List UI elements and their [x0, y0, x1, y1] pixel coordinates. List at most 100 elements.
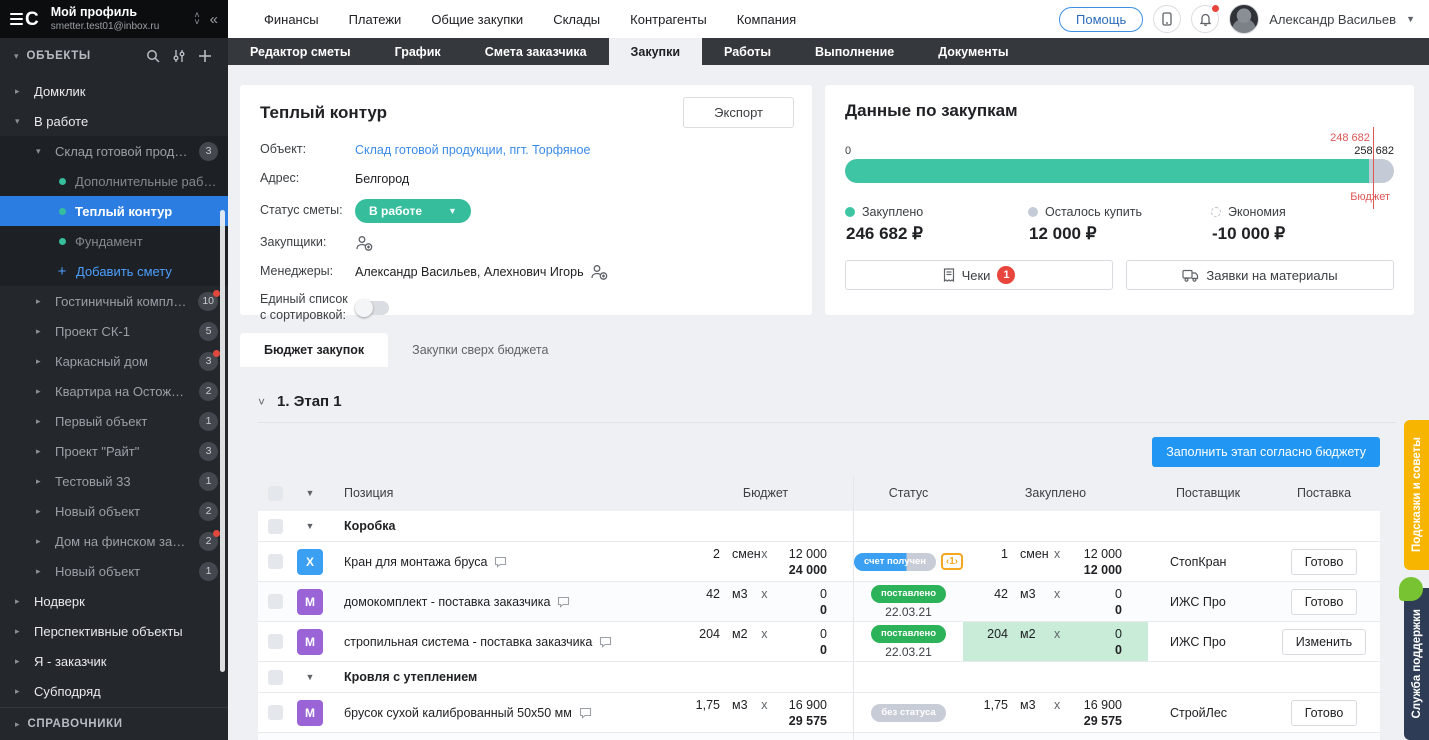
sidebar-item[interactable]: Дополнительные работы | Фун...	[0, 166, 228, 196]
checks-button[interactable]: Чеки 1	[845, 260, 1113, 290]
amount-cell: 2сменx12 000 24 000	[678, 542, 853, 581]
comment-icon[interactable]	[579, 707, 592, 719]
tab-item[interactable]: Работы	[702, 38, 793, 65]
sidebar-item[interactable]: Дом на финском заливе2	[0, 526, 228, 556]
mobile-app-button[interactable]	[1153, 5, 1181, 33]
top-nav-item[interactable]: Общие закупки	[431, 12, 523, 27]
chevron-down-icon[interactable]: ▼	[288, 488, 332, 498]
sidebar-item[interactable]: Первый объект1	[0, 406, 228, 436]
single-list-toggle[interactable]	[355, 301, 389, 315]
help-button[interactable]: Помощь	[1059, 7, 1143, 32]
filter-icon[interactable]	[170, 47, 188, 65]
sidebar-collapse-icon[interactable]: «	[210, 11, 218, 28]
top-nav-item[interactable]: Платежи	[349, 12, 402, 27]
chevron-down-icon[interactable]: ▼	[288, 672, 332, 682]
status-dot-icon	[59, 238, 66, 245]
sidebar-item-label: Гостиничный комплекс	[55, 294, 189, 309]
sidebar-item[interactable]: Гостиничный комплекс10	[0, 286, 228, 316]
user-name[interactable]: Александр Васильев	[1269, 12, 1396, 27]
sidebar-item[interactable]: Субподряд	[0, 676, 228, 706]
chevron-right-icon	[15, 626, 25, 637]
tab-active[interactable]: Закупки	[609, 38, 702, 65]
fill-stage-button[interactable]: Заполнить этап согласно бюджету	[1152, 437, 1380, 467]
amount-cell: 68листx1 359 92 412	[963, 733, 1148, 740]
export-button[interactable]: Экспорт	[683, 97, 794, 128]
chevron-down-icon: ▼	[448, 206, 457, 216]
add-buyer-icon[interactable]	[355, 235, 373, 251]
sidebar-item[interactable]: Проект "Райт"3	[0, 436, 228, 466]
row-checkbox[interactable]	[268, 634, 283, 649]
position-name[interactable]: домокомплект - поставка заказчика	[332, 595, 678, 609]
status-badge: поставлено	[871, 585, 946, 603]
sidebar-item[interactable]: Склад готовой продукции, пгт. .3	[0, 136, 228, 166]
tab-purchase-budget[interactable]: Бюджет закупок	[240, 333, 388, 367]
row-checkbox[interactable]	[268, 705, 283, 720]
sidebar-item[interactable]: Теплый контур	[0, 196, 228, 226]
tab-item[interactable]: График	[373, 38, 463, 65]
profile-switch-icon[interactable]: ˄˅	[194, 12, 199, 26]
sidebar-item[interactable]: Новый объект2	[0, 496, 228, 526]
tab-item[interactable]: Редактор сметы	[228, 38, 373, 65]
tab-over-budget[interactable]: Закупки сверх бюджета	[388, 333, 572, 367]
table-group-row[interactable]: ▼ Коробка	[258, 511, 1380, 542]
tab-item[interactable]: Смета заказчика	[463, 38, 609, 65]
objects-section-header[interactable]: ▾ ОБЪЕКТЫ	[0, 38, 228, 74]
row-checkbox[interactable]	[268, 594, 283, 609]
object-link[interactable]: Склад готовой продукции, пгт. Торфяное	[355, 143, 590, 157]
top-nav-item[interactable]: Контрагенты	[630, 12, 707, 27]
material-requests-button[interactable]: Заявки на материалы	[1126, 260, 1394, 290]
tab-item[interactable]: Выполнение	[793, 38, 916, 65]
row-checkbox[interactable]	[268, 519, 283, 534]
search-icon[interactable]	[144, 47, 162, 65]
chevron-down-icon[interactable]: ▼	[1406, 14, 1415, 24]
top-nav-item[interactable]: Финансы	[264, 12, 319, 27]
chevron-down-icon[interactable]: ▼	[288, 521, 332, 531]
sidebar-item[interactable]: Каркасный дом3	[0, 346, 228, 376]
truck-icon	[1182, 269, 1199, 282]
profile-block[interactable]: C Мой профиль smetter.test01@inbox.ru ˄˅…	[0, 0, 228, 38]
add-manager-icon[interactable]	[590, 264, 608, 280]
plus-icon: +	[57, 263, 67, 280]
top-nav-item[interactable]: Склады	[553, 12, 600, 27]
sidebar-item[interactable]: Я - заказчик	[0, 646, 228, 676]
status-label: Статус сметы:	[260, 203, 355, 219]
add-object-icon[interactable]	[196, 47, 214, 65]
notifications-button[interactable]	[1191, 5, 1219, 33]
comment-icon[interactable]	[494, 556, 507, 568]
avatar[interactable]	[1229, 4, 1259, 34]
table-group-row[interactable]: ▼ Кровля с утеплением	[258, 662, 1380, 693]
sidebar-item[interactable]: Тестовый 331	[0, 466, 228, 496]
status-date: 22.03.21	[885, 645, 932, 659]
delivery-action-button[interactable]: Готово	[1291, 700, 1358, 726]
support-side-tab[interactable]: Служба поддержки	[1404, 588, 1429, 740]
delivery-action-button[interactable]: Готово	[1291, 549, 1358, 575]
sidebar-item[interactable]: Перспективные объекты	[0, 616, 228, 646]
select-all-checkbox[interactable]	[268, 486, 283, 501]
receipt-icon	[943, 268, 955, 282]
comment-icon[interactable]	[599, 636, 612, 648]
sidebar-scrollbar[interactable]	[220, 210, 225, 672]
sidebar-item[interactable]: Квартира на Остоженке2	[0, 376, 228, 406]
comment-icon[interactable]	[557, 596, 570, 608]
delivery-action-button[interactable]: Изменить	[1282, 629, 1366, 655]
row-checkbox[interactable]	[268, 670, 283, 685]
sidebar-item[interactable]: Фундамент	[0, 226, 228, 256]
tab-item[interactable]: Документы	[916, 38, 1030, 65]
position-name[interactable]: брусок сухой калиброванный 50х50 мм	[332, 706, 678, 720]
sidebar-item[interactable]: Домклик	[0, 76, 228, 106]
sidebar-item[interactable]: Проект СК-15	[0, 316, 228, 346]
delivery-action-button[interactable]: Готово	[1291, 589, 1358, 615]
hints-side-tab[interactable]: Подсказки и советы	[1404, 420, 1429, 570]
estimate-status-dropdown[interactable]: В работе ▼	[355, 199, 471, 223]
extra-purchase-badge[interactable]: ‹1›	[941, 553, 963, 570]
sidebar-add-estimate[interactable]: +Добавить смету	[0, 256, 228, 286]
top-nav-item[interactable]: Компания	[737, 12, 797, 27]
stage-collapse-icon[interactable]: ˅	[258, 395, 265, 409]
sidebar-item-directories[interactable]: ▸ СПРАВОЧНИКИ	[0, 707, 228, 740]
sidebar-item[interactable]: В работе	[0, 106, 228, 136]
sidebar-item[interactable]: Новый объект1	[0, 556, 228, 586]
position-name[interactable]: стропильная система - поставка заказчика	[332, 635, 678, 649]
row-checkbox[interactable]	[268, 554, 283, 569]
sidebar-item[interactable]: Нодверк	[0, 586, 228, 616]
position-name[interactable]: Кран для монтажа бруса	[332, 555, 678, 569]
